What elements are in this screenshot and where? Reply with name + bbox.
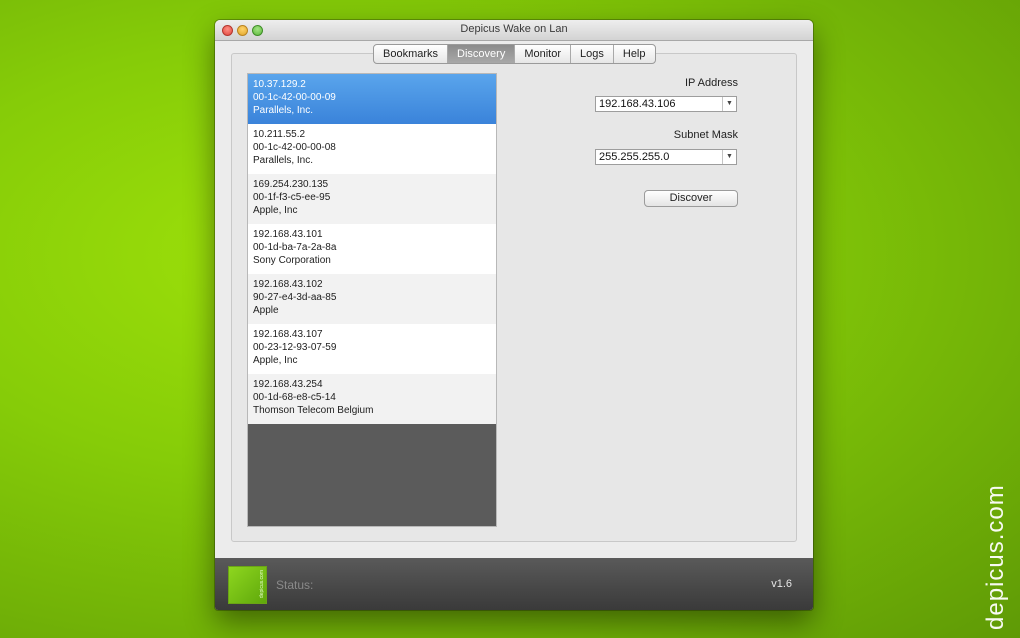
tab-monitor[interactable]: Monitor — [515, 45, 572, 63]
title-bar[interactable]: Depicus Wake on Lan — [215, 20, 813, 41]
device-mac: 00-1d-68-e8-c5-14 — [253, 392, 336, 403]
device-row[interactable]: 192.168.43.107 00-23-12-93-07-59 Apple, … — [248, 324, 496, 374]
logo-text: depicus.com — [259, 570, 265, 599]
status-label: Status: — [276, 578, 314, 592]
device-ip: 192.168.43.254 — [253, 379, 323, 390]
device-row[interactable]: 169.254.230.135 00-1f-f3-c5-ee-95 Apple,… — [248, 174, 496, 224]
chevron-down-icon[interactable]: ▼ — [722, 150, 736, 164]
device-vendor: Apple, Inc — [253, 355, 298, 366]
device-vendor: Parallels, Inc. — [253, 105, 314, 116]
device-mac: 00-1d-ba-7a-2a-8a — [253, 242, 337, 253]
tab-logs[interactable]: Logs — [571, 45, 614, 63]
device-ip: 192.168.43.102 — [253, 279, 323, 290]
depicus-logo-icon: depicus.com — [228, 566, 267, 604]
tab-bar: Bookmarks Discovery Monitor Logs Help — [373, 44, 656, 64]
device-list[interactable]: 10.37.129.2 00-1c-42-00-00-09 Parallels,… — [247, 73, 497, 527]
app-window: Depicus Wake on Lan Bookmarks Discovery … — [215, 20, 813, 610]
device-row[interactable]: 10.211.55.2 00-1c-42-00-00-08 Parallels,… — [248, 124, 496, 174]
device-row[interactable]: 10.37.129.2 00-1c-42-00-00-09 Parallels,… — [248, 74, 496, 124]
device-row[interactable]: 192.168.43.102 90-27-e4-3d-aa-85 Apple — [248, 274, 496, 324]
window-title: Depicus Wake on Lan — [460, 23, 568, 35]
ip-address-label: IP Address — [685, 77, 738, 89]
ip-address-select[interactable]: 192.168.43.106 ▼ — [595, 96, 737, 112]
device-ip: 192.168.43.101 — [253, 229, 323, 240]
device-mac: 00-1c-42-00-00-08 — [253, 142, 336, 153]
tab-discovery[interactable]: Discovery — [448, 45, 516, 63]
device-mac: 90-27-e4-3d-aa-85 — [253, 292, 337, 303]
device-ip: 10.37.129.2 — [253, 79, 306, 90]
status-bar: depicus.com Status: v1.6 — [215, 558, 813, 610]
subnet-mask-label: Subnet Mask — [673, 129, 738, 141]
device-vendor: Apple — [253, 305, 279, 316]
device-ip: 192.168.43.107 — [253, 329, 323, 340]
version-label: v1.6 — [771, 578, 792, 590]
device-mac: 00-1c-42-00-00-09 — [253, 92, 336, 103]
device-ip: 10.211.55.2 — [253, 129, 306, 140]
watermark: depicus.com — [982, 484, 1009, 630]
chevron-down-icon[interactable]: ▼ — [722, 97, 736, 111]
device-vendor: Sony Corporation — [253, 255, 331, 266]
tab-bookmarks[interactable]: Bookmarks — [374, 45, 449, 63]
discover-button[interactable]: Discover — [644, 190, 738, 207]
device-mac: 00-1f-f3-c5-ee-95 — [253, 192, 331, 203]
device-vendor: Parallels, Inc. — [253, 155, 314, 166]
device-row[interactable]: 192.168.43.254 00-1d-68-e8-c5-14 Thomson… — [248, 374, 496, 424]
device-vendor: Apple, Inc — [253, 205, 298, 216]
device-vendor: Thomson Telecom Belgium — [253, 405, 374, 416]
device-mac: 00-23-12-93-07-59 — [253, 342, 337, 353]
subnet-mask-select[interactable]: 255.255.255.0 ▼ — [595, 149, 737, 165]
tab-help[interactable]: Help — [614, 45, 655, 63]
ip-address-value: 192.168.43.106 — [599, 98, 676, 110]
device-row[interactable]: 192.168.43.101 00-1d-ba-7a-2a-8a Sony Co… — [248, 224, 496, 274]
device-ip: 169.254.230.135 — [253, 179, 329, 190]
subnet-mask-value: 255.255.255.0 — [599, 151, 670, 163]
